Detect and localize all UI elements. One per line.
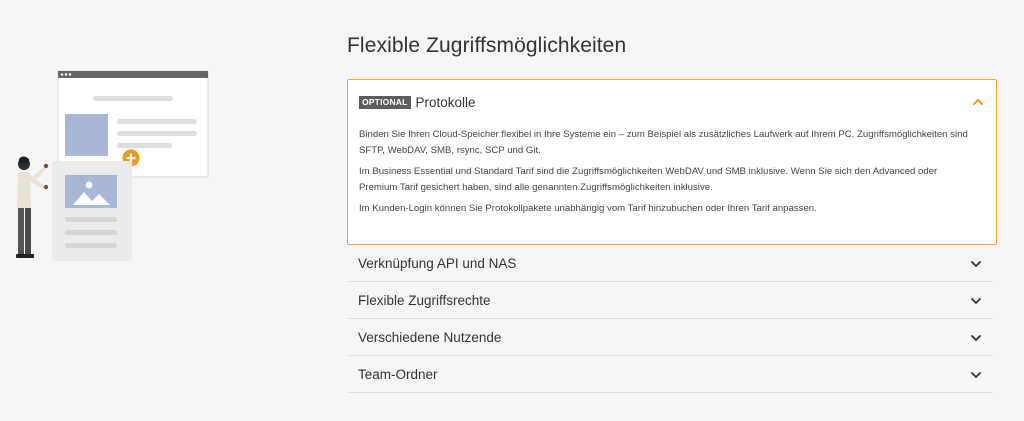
illustration-graphic	[16, 70, 209, 261]
page-title: Flexible Zugriffsmöglichkeiten	[347, 34, 627, 57]
accordion-body: Binden Sie Ihren Cloud-Speicher flexibel…	[359, 127, 978, 222]
hero-illustration	[0, 60, 230, 280]
accordion: OPTIONAL Protokolle Binden Sie Ihren Clo…	[347, 79, 997, 393]
accordion-item-title: Flexible Zugriffsrechte	[358, 293, 491, 308]
accordion-item-nutzende[interactable]: Verschiedene Nutzende	[349, 319, 993, 356]
accordion-item-title: Verschiedene Nutzende	[358, 330, 502, 345]
chevron-down-icon[interactable]	[968, 330, 984, 346]
accordion-item-zugriffsrechte[interactable]: Flexible Zugriffsrechte	[349, 282, 993, 319]
chevron-up-icon[interactable]	[970, 94, 986, 110]
accordion-item-protokolle: OPTIONAL Protokolle Binden Sie Ihren Clo…	[347, 79, 997, 245]
accordion-item-title: Protokolle	[415, 94, 476, 110]
body-paragraph: Im Kunden-Login können Sie Protokollpake…	[359, 203, 817, 214]
accordion-item-title: Team-Ordner	[358, 367, 438, 382]
chevron-down-icon[interactable]	[968, 256, 984, 272]
accordion-item-title: Verknüpfung API und NAS	[358, 256, 517, 271]
optional-badge: OPTIONAL	[359, 95, 411, 109]
body-paragraph: Im Business Essential und Standard Tarif…	[359, 166, 938, 193]
accordion-item-team-ordner[interactable]: Team-Ordner	[349, 356, 993, 393]
chevron-down-icon[interactable]	[968, 293, 984, 309]
accordion-header-protokolle[interactable]: OPTIONAL Protokolle	[359, 92, 986, 112]
chevron-down-icon[interactable]	[968, 367, 984, 383]
accordion-item-api-nas[interactable]: Verknüpfung API und NAS	[349, 245, 993, 282]
body-paragraph: Binden Sie Ihren Cloud-Speicher flexibel…	[359, 129, 968, 156]
